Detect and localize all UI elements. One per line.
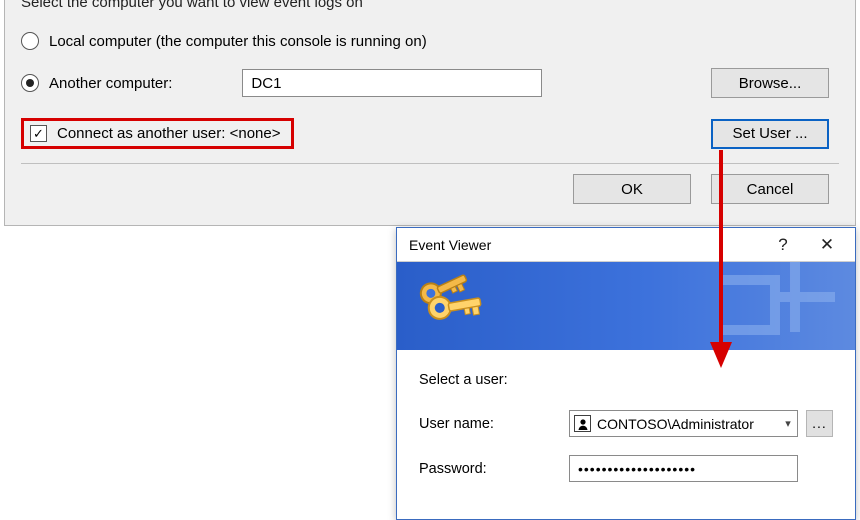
help-icon[interactable]: ? <box>761 232 805 258</box>
close-icon[interactable]: ✕ <box>805 232 849 258</box>
dialog-heading-text: Select the computer you want to view eve… <box>21 0 363 10</box>
banner-decoration-icon <box>685 262 855 350</box>
browse-button[interactable]: Browse... <box>711 68 829 98</box>
credential-banner <box>397 262 855 350</box>
computer-name-input[interactable] <box>242 69 542 97</box>
username-combo[interactable]: CONTOSO\Administrator ▾ <box>569 410 798 437</box>
dialog-heading: Select the computer you want to view eve… <box>21 0 839 10</box>
local-computer-label: Local computer (the computer this consol… <box>49 33 427 50</box>
connect-as-checkbox[interactable]: ✓ <box>30 125 47 142</box>
password-label: Password: <box>419 461 569 477</box>
radio-checked-icon[interactable] <box>21 74 39 92</box>
connect-as-label: Connect as another user: <none> <box>57 125 281 142</box>
username-row: User name: CONTOSO\Administrator ▾ ... <box>419 410 833 437</box>
credential-body: Select a user: User name: CONTOSO\Admini… <box>397 350 855 482</box>
connect-as-highlight: ✓ Connect as another user: <none> <box>21 118 294 149</box>
remote-computer-option-row: Another computer: Browse... <box>21 68 839 98</box>
select-computer-dialog: Select the computer you want to view eve… <box>4 0 856 226</box>
username-label: User name: <box>419 416 569 432</box>
titlebar: Event Viewer ? ✕ <box>397 228 855 262</box>
username-value: CONTOSO\Administrator <box>597 416 779 432</box>
select-user-prompt: Select a user: <box>419 372 833 388</box>
cancel-button[interactable]: Cancel <box>711 174 829 204</box>
dialog-button-row: OK Cancel <box>21 174 829 204</box>
ok-button[interactable]: OK <box>573 174 691 204</box>
local-computer-option[interactable]: Local computer (the computer this consol… <box>21 32 839 50</box>
password-row: Password: <box>419 455 833 482</box>
password-input[interactable] <box>569 455 798 482</box>
user-avatar-icon <box>574 415 591 432</box>
window-title: Event Viewer <box>409 237 491 253</box>
connect-as-row: ✓ Connect as another user: <none> Set Us… <box>21 118 839 149</box>
event-viewer-credential-dialog: Event Viewer ? ✕ <box>396 227 856 520</box>
set-user-button[interactable]: Set User ... <box>711 119 829 149</box>
keys-icon <box>415 270 487 342</box>
chevron-down-icon[interactable]: ▾ <box>779 417 797 430</box>
radio-unchecked-icon[interactable] <box>21 32 39 50</box>
user-lookup-button[interactable]: ... <box>806 410 833 437</box>
divider <box>21 163 839 164</box>
remote-computer-label: Another computer: <box>49 75 172 92</box>
